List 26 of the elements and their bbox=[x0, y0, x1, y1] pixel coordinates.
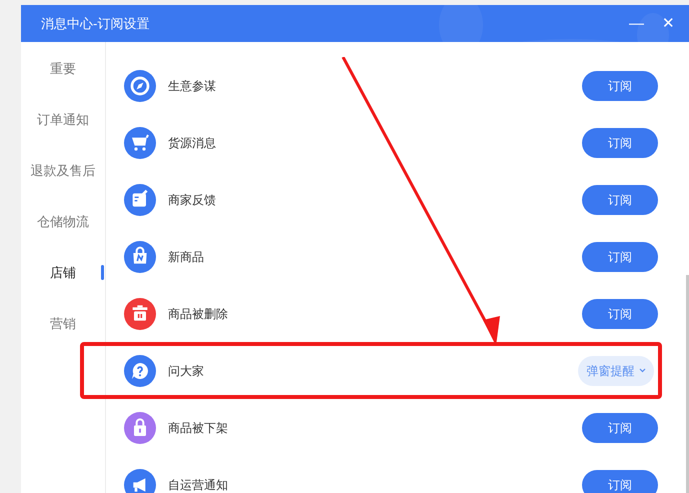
minimize-button[interactable]: — bbox=[629, 16, 644, 31]
sidebar-item[interactable]: 营销 bbox=[50, 314, 76, 334]
reminder-dropdown[interactable]: 弹窗提醒 bbox=[578, 356, 654, 386]
window-title: 消息中心-订阅设置 bbox=[41, 14, 150, 33]
sidebar-item[interactable]: 店铺 bbox=[50, 262, 76, 282]
subscribe-button[interactable]: 订阅 bbox=[582, 184, 658, 214]
subscribe-button[interactable]: 订阅 bbox=[582, 242, 658, 272]
subscribe-button[interactable]: 订阅 bbox=[582, 128, 658, 158]
sidebar-item[interactable]: 仓储物流 bbox=[37, 212, 89, 232]
subscription-label: 问大家 bbox=[168, 364, 204, 376]
subscribe-button[interactable]: 订阅 bbox=[582, 470, 658, 493]
subscription-label: 货源消息 bbox=[168, 136, 216, 148]
sidebar-item[interactable]: 重要 bbox=[50, 58, 76, 78]
subscribe-button[interactable]: 订阅 bbox=[582, 70, 658, 100]
sidebar-item[interactable]: 订单通知 bbox=[37, 110, 89, 130]
subscription-label: 商家反馈 bbox=[168, 194, 216, 206]
subscription-label: 自运营通知 bbox=[168, 478, 228, 490]
subscription-label: 商品被下架 bbox=[168, 422, 228, 434]
subscribe-button[interactable]: 订阅 bbox=[582, 298, 658, 328]
subscription-label: 商品被删除 bbox=[168, 308, 228, 320]
subscription-label: 生意参谋 bbox=[168, 80, 216, 92]
close-button[interactable]: ✕ bbox=[662, 16, 675, 31]
caret-icon bbox=[638, 368, 646, 373]
subscribe-button[interactable]: 订阅 bbox=[582, 412, 658, 442]
subscription-label: 新商品 bbox=[168, 250, 204, 262]
sidebar-item[interactable]: 退款及售后 bbox=[30, 160, 96, 180]
